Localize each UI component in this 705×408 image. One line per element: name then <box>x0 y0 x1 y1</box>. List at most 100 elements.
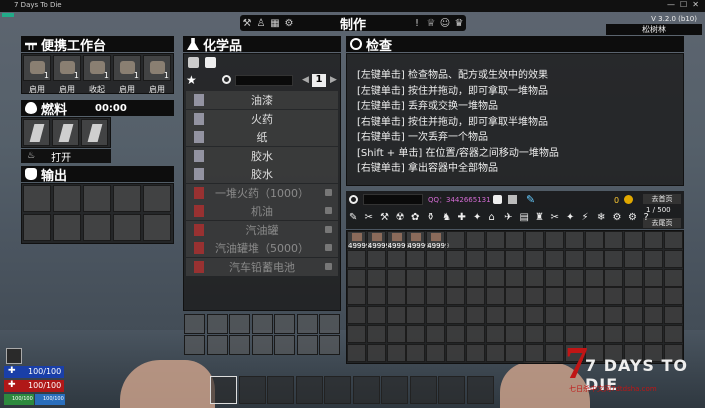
storage-slot[interactable] <box>446 231 465 249</box>
crafting-queue-slot[interactable] <box>184 335 205 355</box>
output-slot[interactable] <box>143 214 171 241</box>
storage-slot[interactable] <box>564 231 584 249</box>
storage-slot[interactable] <box>644 306 663 325</box>
recipe-row[interactable]: 胶水 <box>186 165 338 183</box>
workbench-slot[interactable]: 1 <box>113 55 141 81</box>
queue-icon[interactable] <box>205 57 216 68</box>
storage-slot[interactable] <box>406 249 426 268</box>
storage-slot[interactable] <box>347 325 366 343</box>
storage-slot[interactable] <box>465 287 485 306</box>
category-filter-icon[interactable]: ▤ <box>520 212 529 223</box>
hammer-icon[interactable]: ⚒ <box>240 18 254 29</box>
recipe-row[interactable]: 汽油罐 <box>186 220 338 239</box>
category-filter-icon[interactable]: ♞ <box>442 212 451 223</box>
crafting-queue-slot[interactable] <box>274 314 295 334</box>
sort-icon[interactable] <box>508 195 517 204</box>
storage-slot[interactable] <box>663 306 683 325</box>
storage-slot[interactable] <box>525 268 545 287</box>
storage-slot[interactable] <box>426 325 446 343</box>
category-filter-icon[interactable]: ⚒ <box>380 212 389 223</box>
storage-slot[interactable] <box>505 249 525 268</box>
category-filter-icon[interactable]: ⚙ <box>628 212 637 223</box>
recipe-row[interactable]: 油漆 <box>186 91 338 109</box>
storage-slot[interactable] <box>545 287 564 306</box>
crafting-queue-slot[interactable] <box>206 335 228 355</box>
category-filter-icon[interactable]: ✦ <box>566 212 574 223</box>
storage-slot[interactable] <box>604 249 624 268</box>
storage-slot[interactable] <box>604 287 624 306</box>
crafting-queue-slot[interactable] <box>296 335 318 355</box>
output-slot[interactable] <box>23 185 51 212</box>
crafting-queue-slot[interactable] <box>319 335 340 355</box>
slot-label[interactable]: 收起 <box>83 84 111 95</box>
storage-slot[interactable] <box>485 343 505 362</box>
storage-slot[interactable] <box>426 306 446 325</box>
storage-slot[interactable] <box>426 287 446 306</box>
storage-slot[interactable] <box>426 249 446 268</box>
storage-slot[interactable] <box>465 325 485 343</box>
storage-slot[interactable] <box>624 231 644 249</box>
output-slot[interactable] <box>113 185 141 212</box>
storage-slot[interactable] <box>644 249 663 268</box>
storage-slot[interactable] <box>366 249 386 268</box>
storage-slot[interactable]: 49999 <box>426 231 449 250</box>
storage-slot[interactable]: 49999 <box>386 231 410 250</box>
storage-slot[interactable] <box>386 249 406 268</box>
crafting-queue-slot[interactable] <box>184 314 205 334</box>
storage-slot[interactable] <box>525 287 545 306</box>
storage-slot[interactable] <box>426 268 446 287</box>
lock-icon[interactable] <box>493 195 502 204</box>
recipe-row[interactable]: 一堆火药（1000） <box>186 183 338 202</box>
skills-icon[interactable]: ▦ <box>268 18 282 29</box>
storage-slot[interactable] <box>386 343 406 362</box>
storage-slot[interactable] <box>386 287 406 306</box>
workbench-slot[interactable]: 1 <box>83 55 111 81</box>
storage-slot[interactable]: 49999 <box>406 231 430 250</box>
fuel-slot[interactable] <box>23 119 50 146</box>
storage-slot[interactable] <box>545 249 564 268</box>
storage-slot[interactable] <box>446 306 465 325</box>
storage-slot[interactable] <box>406 306 426 325</box>
category-filter-icon[interactable]: ⚡ <box>582 212 589 223</box>
storage-slot[interactable]: 49999 <box>347 231 370 250</box>
storage-slot[interactable] <box>386 325 406 343</box>
storage-slot[interactable] <box>525 343 545 362</box>
recipe-row[interactable]: 纸 <box>186 128 338 146</box>
storage-slot[interactable] <box>505 231 525 249</box>
page-prev-button[interactable]: ◀ <box>302 75 309 85</box>
trophy-icon[interactable]: ♕ <box>424 18 438 29</box>
storage-slot[interactable] <box>406 268 426 287</box>
storage-slot[interactable] <box>485 249 505 268</box>
search-input[interactable] <box>235 75 293 86</box>
storage-slot[interactable] <box>505 343 525 362</box>
storage-slot[interactable] <box>545 268 564 287</box>
storage-slot[interactable] <box>564 268 584 287</box>
output-slot[interactable] <box>23 214 51 241</box>
crafting-queue-slot[interactable] <box>274 335 295 355</box>
category-filter-icon[interactable]: ☢ <box>396 212 405 223</box>
storage-slot[interactable] <box>347 343 366 362</box>
storage-slot[interactable] <box>505 306 525 325</box>
toolbelt-slot[interactable] <box>438 376 465 404</box>
category-filter-icon[interactable]: ⌂ <box>489 212 495 223</box>
slot-label[interactable]: 启用 <box>143 84 171 95</box>
storage-slot[interactable] <box>386 268 406 287</box>
storage-slot[interactable] <box>485 325 505 343</box>
slot-label[interactable]: 启用 <box>53 84 81 95</box>
toolbelt-slot[interactable] <box>352 376 380 404</box>
first-page-button[interactable]: 去首页 <box>643 194 681 204</box>
storage-slot[interactable] <box>505 325 525 343</box>
workbench-slot[interactable]: 1 <box>23 55 51 81</box>
slot-label[interactable]: 启用 <box>113 84 141 95</box>
category-filter-icon[interactable]: ⚙ <box>613 212 622 223</box>
storage-slot[interactable] <box>406 343 426 362</box>
storage-slot[interactable] <box>426 343 446 362</box>
storage-slot[interactable] <box>525 306 545 325</box>
recipe-row[interactable]: 胶水 <box>186 146 338 165</box>
storage-slot[interactable] <box>564 249 584 268</box>
storage-slot[interactable] <box>624 268 644 287</box>
storage-slot[interactable] <box>525 325 545 343</box>
output-slot[interactable] <box>83 214 111 241</box>
category-filter-icon[interactable]: ✚ <box>458 212 466 223</box>
storage-slot[interactable] <box>347 306 366 325</box>
